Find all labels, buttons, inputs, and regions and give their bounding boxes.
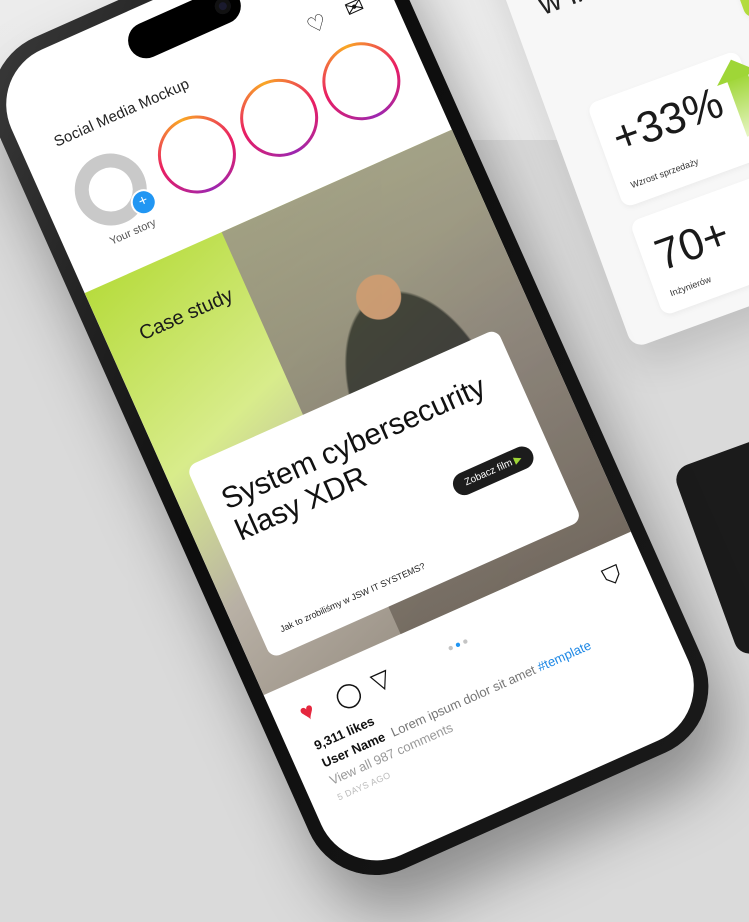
comment-icon[interactable]: ◯: [330, 676, 367, 713]
post-tag: Case study: [136, 284, 237, 346]
dynamic-island: [122, 0, 247, 65]
stat-label: Wzrost sprzedaży: [629, 156, 700, 191]
bookmark-icon[interactable]: ⛉: [599, 560, 627, 593]
story-ring[interactable]: [145, 102, 249, 206]
carousel-dots: ●●●: [445, 634, 473, 655]
heart-outline-icon[interactable]: ♡: [303, 8, 332, 40]
heart-filled-icon[interactable]: ♥: [295, 697, 319, 728]
share-icon[interactable]: ▽: [367, 664, 396, 698]
story-own[interactable]: + Your story: [63, 140, 171, 254]
messenger-icon[interactable]: ✉3: [341, 0, 368, 23]
stat-value: +33%: [605, 77, 730, 163]
post-title: System cybersecurity klasy XDR: [216, 370, 491, 548]
story-ring[interactable]: [227, 66, 331, 170]
stat-green: 20 Na: [709, 0, 749, 20]
watch-video-button[interactable]: Zobacz film: [449, 442, 538, 499]
stat-value: 70+: [648, 208, 736, 281]
camera-icon: [212, 0, 234, 17]
notification-badge: 3: [346, 0, 368, 2]
story-ring[interactable]: [309, 29, 413, 133]
top-icons: ♡ ✉3: [303, 0, 369, 40]
stats-heading: w lic: [534, 0, 600, 23]
